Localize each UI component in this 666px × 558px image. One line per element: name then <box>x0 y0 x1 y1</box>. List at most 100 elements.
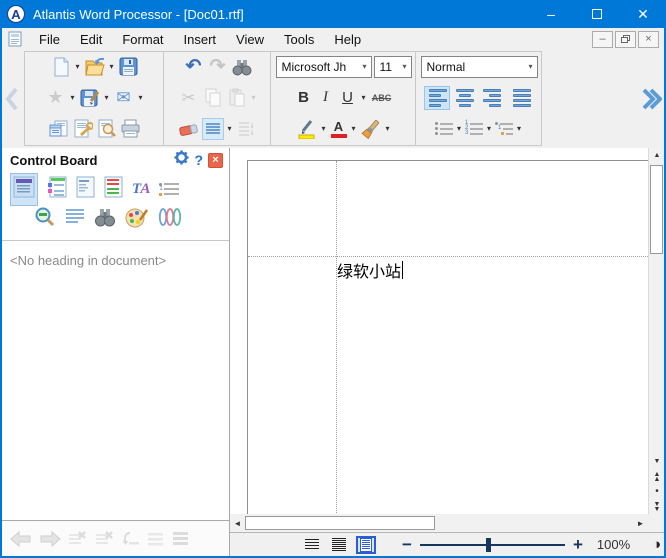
underline-button[interactable]: U <box>338 89 358 106</box>
horizontal-scrollbar-thumb[interactable] <box>245 516 435 530</box>
bullet-list-button[interactable] <box>435 122 453 135</box>
highlight-button[interactable] <box>296 118 318 140</box>
vertical-scrollbar-thumb[interactable] <box>650 165 663 254</box>
mdi-minimize-button[interactable]: – <box>592 31 613 48</box>
zoom-slider-handle[interactable] <box>486 538 491 552</box>
new-dropdown-arrow[interactable]: ▾ <box>74 62 82 71</box>
vertical-scrollbar[interactable]: ▲ ▼ ▲▲ • ▼▼ <box>648 148 664 514</box>
next-page-button[interactable]: ▼▼ <box>649 499 665 514</box>
scroll-up-button[interactable]: ▲ <box>649 148 665 163</box>
document-page[interactable]: 绿软小站 <box>247 160 648 514</box>
tab-toc[interactable] <box>47 176 67 203</box>
favorites-dropdown-arrow[interactable]: ▾ <box>69 93 77 102</box>
style-combobox[interactable]: Normal ▾ <box>421 56 538 78</box>
paragraph-dropdown-arrow[interactable]: ▾ <box>226 124 234 133</box>
email-dropdown-arrow[interactable]: ▾ <box>137 93 145 102</box>
help-icon[interactable]: ? <box>194 152 203 168</box>
tab-zoom[interactable] <box>34 206 56 233</box>
eraser-button[interactable] <box>178 118 200 140</box>
save-as-button[interactable] <box>79 87 101 109</box>
underline-dropdown-arrow[interactable]: ▾ <box>360 93 368 102</box>
email-button[interactable]: ✉ <box>113 87 135 109</box>
maximize-button[interactable] <box>574 0 620 28</box>
multilevel-list-dropdown-arrow[interactable]: ▾ <box>515 124 523 133</box>
control-board-title: Control Board <box>10 153 97 168</box>
align-right-button[interactable] <box>480 86 506 110</box>
document-viewport[interactable]: 绿软小站 <box>230 148 648 514</box>
tab-paragraph[interactable] <box>65 207 85 232</box>
zoom-in-button[interactable]: + <box>573 535 583 555</box>
multilevel-list-button[interactable]: 1 <box>495 122 513 135</box>
paragraph-formatting-button[interactable] <box>202 118 224 140</box>
menu-help[interactable]: Help <box>324 30 371 49</box>
scroll-left-button[interactable]: ◄ <box>230 514 245 532</box>
bullet-list-dropdown-arrow[interactable]: ▾ <box>455 124 463 133</box>
tab-colors[interactable] <box>125 206 149 233</box>
mdi-close-button[interactable]: × <box>638 31 659 48</box>
align-center-button[interactable] <box>452 86 478 110</box>
strikethrough-button[interactable]: ABC <box>370 93 394 103</box>
toolbar-expand-button[interactable] <box>640 50 662 148</box>
tab-headings-active[interactable] <box>10 173 38 206</box>
mdi-restore-button[interactable] <box>615 31 636 48</box>
format-painter-dropdown-arrow[interactable]: ▾ <box>384 124 392 133</box>
format-painter-button[interactable] <box>360 118 382 140</box>
bold-button[interactable]: B <box>294 89 314 106</box>
italic-button[interactable]: I <box>316 89 336 106</box>
print-button[interactable] <box>120 118 142 140</box>
horizontal-scrollbar[interactable]: ◄ ► <box>230 514 648 532</box>
document-properties-button[interactable] <box>48 118 70 140</box>
tab-list-styles[interactable]: 1 <box>159 183 179 196</box>
combo-chevron-icon: ▾ <box>402 62 406 71</box>
contrast-toggle-button[interactable]: ◑ <box>652 536 661 553</box>
previous-page-button[interactable]: ▲▲ <box>649 469 665 484</box>
menu-edit[interactable]: Edit <box>70 30 112 49</box>
favorites-button-disabled: ★ <box>45 87 67 109</box>
print-layout-button-active[interactable] <box>356 536 376 554</box>
menu-file[interactable]: File <box>29 30 70 49</box>
scroll-right-button[interactable]: ► <box>633 514 648 532</box>
font-color-button[interactable]: A <box>330 119 348 139</box>
tab-search[interactable] <box>94 207 116 232</box>
highlight-dropdown-arrow[interactable]: ▾ <box>320 124 328 133</box>
close-button[interactable]: ✕ <box>620 0 666 28</box>
numbered-list-dropdown-arrow[interactable]: ▾ <box>485 124 493 133</box>
find-button[interactable] <box>231 56 253 78</box>
save-as-dropdown-arrow[interactable]: ▾ <box>103 93 111 102</box>
align-left-button[interactable] <box>424 86 450 110</box>
tab-styles[interactable] <box>104 176 123 203</box>
menu-tools[interactable]: Tools <box>274 30 324 49</box>
open-button[interactable] <box>84 56 106 78</box>
document-options-button[interactable] <box>72 118 94 140</box>
settings-gear-icon[interactable] <box>174 150 189 170</box>
scroll-down-button[interactable]: ▼ <box>649 454 665 469</box>
menu-format[interactable]: Format <box>112 30 173 49</box>
font-color-dropdown-arrow[interactable]: ▾ <box>350 124 358 133</box>
align-justify-button[interactable] <box>508 86 534 110</box>
menu-insert[interactable]: Insert <box>174 30 227 49</box>
minimize-button[interactable]: – <box>528 0 574 28</box>
font-size-combobox[interactable]: 11 ▾ <box>374 56 412 78</box>
toolbar-scroll-left-button[interactable] <box>4 50 20 148</box>
new-page-icon <box>52 57 70 77</box>
web-view-button[interactable] <box>329 536 349 554</box>
sort-button-disabled <box>236 118 258 140</box>
zoom-out-button[interactable]: − <box>402 535 412 555</box>
new-document-button[interactable] <box>50 56 72 78</box>
tab-typography[interactable]: TA <box>132 181 150 198</box>
document-text-line[interactable]: 绿软小站 <box>337 258 403 282</box>
save-button[interactable] <box>118 56 140 78</box>
open-dropdown-arrow[interactable]: ▾ <box>108 62 116 71</box>
tab-attachments[interactable] <box>158 206 182 233</box>
zoom-slider[interactable] <box>420 538 565 552</box>
tab-outline[interactable] <box>76 176 95 203</box>
panel-close-button[interactable]: × <box>208 153 223 168</box>
document-icon[interactable] <box>7 31 23 47</box>
numbered-list-button[interactable]: 1 2 3 <box>465 122 483 135</box>
undo-button[interactable]: ↶ <box>183 56 205 78</box>
draft-view-button[interactable] <box>302 536 322 554</box>
menu-view[interactable]: View <box>226 30 274 49</box>
print-preview-button[interactable] <box>96 118 118 140</box>
font-name-combobox[interactable]: Microsoft Jh ▾ <box>276 56 372 78</box>
select-browse-object-button[interactable]: • <box>649 484 665 499</box>
